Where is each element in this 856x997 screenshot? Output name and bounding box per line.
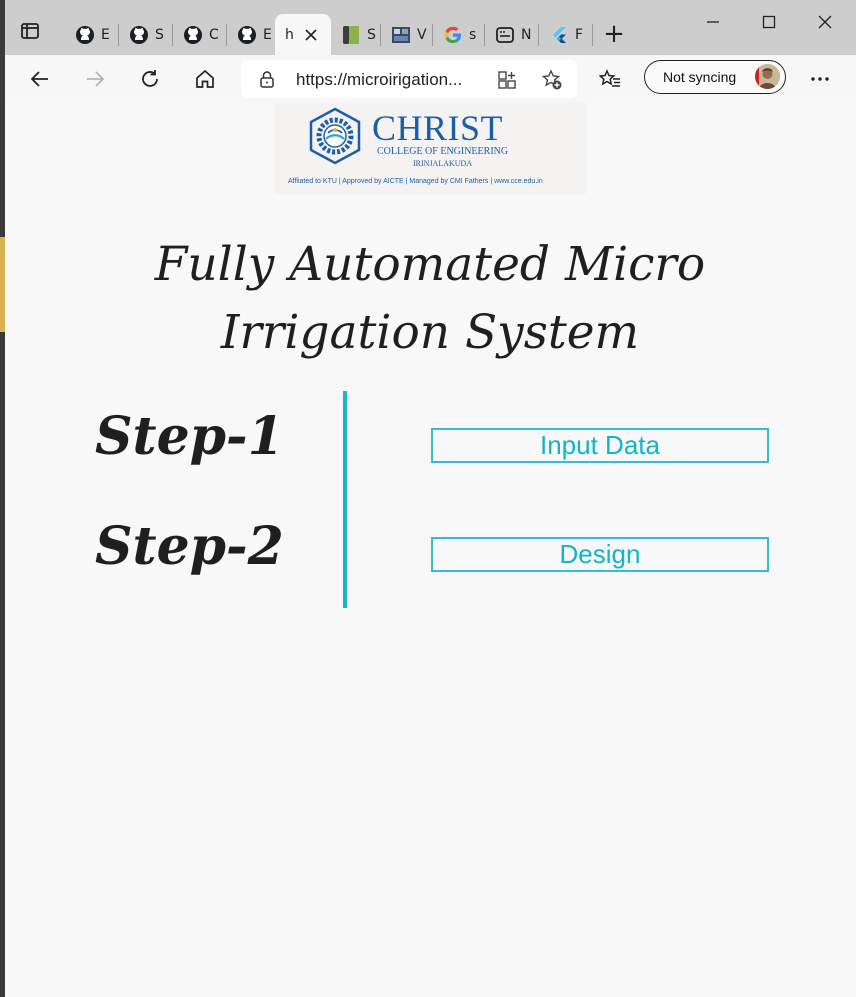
github-icon: [183, 25, 203, 45]
tab-title: V: [417, 26, 427, 43]
tab-active[interactable]: h: [275, 14, 331, 55]
address-bar[interactable]: https://microirigation...: [241, 60, 577, 98]
page-title: Fully Automated Micro Irrigation System: [154, 237, 706, 360]
close-tab-icon[interactable]: [304, 28, 318, 42]
tab-google[interactable]: s: [433, 14, 485, 55]
app-available-icon[interactable]: [497, 70, 517, 94]
design-button[interactable]: Design: [431, 537, 769, 572]
college-subtitle: COLLEGE OF ENGINEERING: [377, 146, 509, 157]
tab-notebook[interactable]: S: [331, 14, 381, 55]
github-icon: [75, 25, 95, 45]
tab-title: h: [285, 26, 294, 43]
app-icon: [495, 25, 515, 45]
new-tab-button[interactable]: +: [599, 20, 629, 50]
tab-app[interactable]: N: [485, 14, 539, 55]
lock-icon[interactable]: [258, 70, 276, 92]
back-icon[interactable]: [24, 63, 56, 95]
sync-label: Not syncing: [663, 69, 737, 85]
tab-title: s: [469, 26, 477, 43]
tab-title: E: [263, 26, 272, 43]
flutter-icon: [549, 25, 569, 45]
tab-title: F: [575, 26, 584, 43]
github-icon: [129, 25, 149, 45]
tab-actions-icon[interactable]: [19, 20, 49, 48]
tab-github-2[interactable]: S: [119, 14, 173, 55]
step-1-label: Step-1: [95, 406, 284, 467]
college-logo: CHRIST COLLEGE OF ENGINEERING IRINJALAKU…: [274, 103, 586, 194]
favorites-icon[interactable]: [594, 63, 626, 95]
media-icon: [391, 25, 411, 45]
tab-github-4[interactable]: E: [227, 14, 275, 55]
refresh-icon[interactable]: [134, 63, 166, 95]
tab-title: C: [209, 26, 219, 43]
browser-toolbar: https://microirigation... Not syncing: [5, 55, 856, 103]
tab-title: S: [155, 26, 164, 43]
forward-icon[interactable]: [79, 63, 111, 95]
divider: [343, 391, 347, 608]
step-2-label: Step-2: [95, 516, 284, 577]
close-window-icon[interactable]: [805, 8, 845, 36]
tab-title: S: [367, 26, 376, 43]
tab-media[interactable]: V: [381, 14, 433, 55]
url-text[interactable]: https://microirigation...: [296, 70, 462, 90]
github-icon: [237, 25, 257, 45]
sync-button[interactable]: Not syncing: [644, 60, 786, 94]
tab-strip: E S C E h S V s N F +: [5, 0, 856, 55]
college-location: IRINJALAKUDA: [413, 159, 473, 168]
college-affiliation: Affliated to KTU | Approved by AICTE | M…: [288, 178, 543, 185]
add-favorite-icon[interactable]: [541, 69, 563, 95]
minimize-icon[interactable]: [693, 8, 733, 36]
college-name: CHRIST: [372, 108, 504, 148]
tab-flutter[interactable]: F: [539, 14, 593, 55]
maximize-icon[interactable]: [749, 8, 789, 36]
tab-title: N: [521, 26, 532, 43]
home-icon[interactable]: [189, 63, 221, 95]
more-icon[interactable]: [804, 63, 836, 95]
avatar[interactable]: [755, 64, 780, 89]
page-content: CHRIST COLLEGE OF ENGINEERING IRINJALAKU…: [5, 103, 856, 997]
google-icon: [443, 25, 463, 45]
notebook-icon: [341, 25, 361, 45]
emblem-icon: [307, 107, 363, 169]
tab-github-3[interactable]: C: [173, 14, 227, 55]
input-data-button[interactable]: Input Data: [431, 428, 769, 463]
browser-window: E S C E h S V s N F + https://microiriga…: [5, 0, 856, 997]
tab-title: E: [101, 26, 110, 43]
tab-github-1[interactable]: E: [65, 14, 119, 55]
